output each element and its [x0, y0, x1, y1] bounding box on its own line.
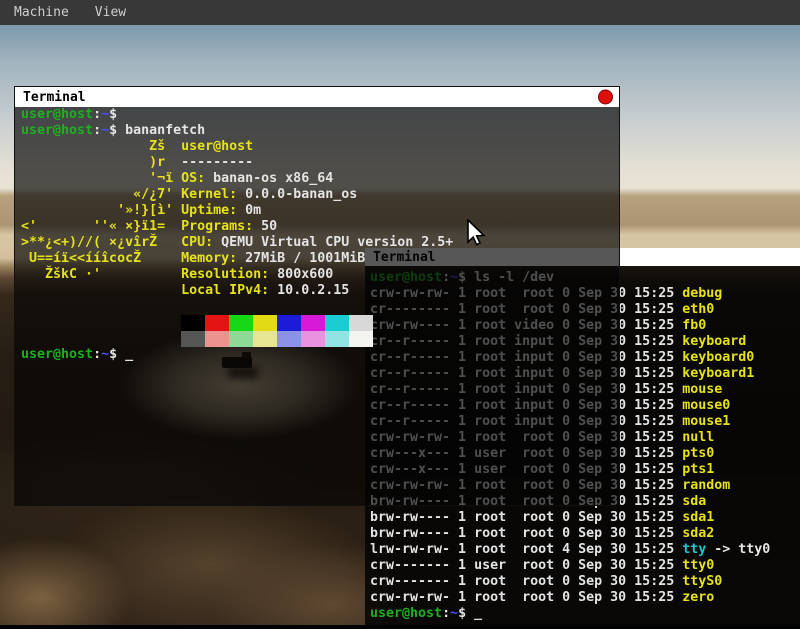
palette-swatch: [301, 331, 325, 347]
terminal-content-bananfetch[interactable]: user@host:~$user@host:~$ bananfetch Zš u…: [15, 107, 619, 505]
palette-swatch: [253, 331, 277, 347]
terminal-line: user@host:~$ _: [21, 347, 619, 363]
window-titlebar[interactable]: Terminal: [15, 87, 619, 107]
palette-swatch: [181, 331, 205, 347]
terminal-line: U==íï<<ííîcocŽ Memory: 27MiB / 1001MiB: [21, 251, 619, 267]
palette-swatch: [205, 315, 229, 331]
terminal-line: )r ---------: [21, 155, 619, 171]
terminal-line: Local IPv4: 10.0.2.15: [21, 283, 619, 299]
terminal-window-bananfetch[interactable]: Terminal user@host:~$user@host:~$ bananf…: [14, 86, 620, 506]
mouse-cursor-icon: [466, 219, 490, 249]
palette-swatch: [349, 331, 373, 347]
window-title: Terminal: [23, 90, 86, 105]
menu-item-view[interactable]: View: [95, 5, 126, 20]
palette-swatch: [277, 331, 301, 347]
terminal-line: <' ''« ×}ï1= Programs: 50: [21, 219, 619, 235]
palette-swatch: [205, 331, 229, 347]
palette-swatch: [349, 315, 373, 331]
terminal-line: >**¿<+)//( ×¿vîrŽ CPU: QEMU Virtual CPU …: [21, 235, 619, 251]
terminal-line: crw------- 1 user root 0 Sep 30 15:25 tt…: [370, 558, 800, 574]
palette-swatch: [325, 331, 349, 347]
terminal-line: '»!}[ì' Uptime: 0m: [21, 203, 619, 219]
terminal-line: brw-rw---- 1 root root 0 Sep 30 15:25 sd…: [370, 526, 800, 542]
terminal-line: brw-rw---- 1 root root 0 Sep 30 15:25 sd…: [370, 510, 800, 526]
terminal-line: '¬ï OS: banan-os x86_64: [21, 171, 619, 187]
palette-swatch: [229, 331, 253, 347]
terminal-line: lrw-rw-rw- 1 root root 4 Sep 30 15:25 tt…: [370, 542, 800, 558]
palette-swatch: [325, 315, 349, 331]
terminal-line: «/¿7' Kernel: 0.0.0-banan_os: [21, 187, 619, 203]
terminal-line: user@host:~$ bananfetch: [21, 123, 619, 139]
terminal-line: user@host:~$: [21, 107, 619, 123]
terminal-line: [21, 315, 619, 331]
terminal-line: ŽškC ·' Resolution: 800x600: [21, 267, 619, 283]
palette-swatch: [181, 315, 205, 331]
terminal-line: [21, 331, 619, 347]
terminal-line: crw------- 1 root root 0 Sep 30 15:25 tt…: [370, 574, 800, 590]
terminal-line: crw-rw-rw- 1 root root 0 Sep 30 15:25 ze…: [370, 590, 800, 606]
terminal-line: [21, 299, 619, 315]
menu-item-machine[interactable]: Machine: [14, 5, 69, 20]
palette-swatch: [277, 315, 301, 331]
terminal-line: user@host:~$ _: [370, 606, 800, 622]
close-button[interactable]: [598, 90, 613, 105]
terminal-line: Zš user@host: [21, 139, 619, 155]
palette-swatch: [301, 315, 325, 331]
vm-menu-bar: Machine View: [0, 0, 800, 25]
palette-swatch: [229, 315, 253, 331]
palette-swatch: [253, 315, 277, 331]
